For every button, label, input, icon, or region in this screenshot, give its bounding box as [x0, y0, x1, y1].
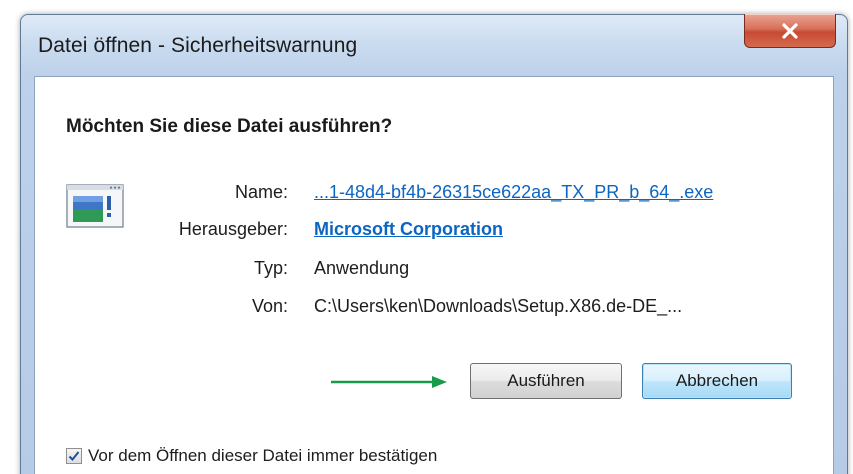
- screen: Datei öffnen - Sicherheitswarnung Möchte…: [0, 0, 853, 474]
- always-confirm-row: Vor dem Öffnen dieser Datei immer bestät…: [66, 446, 437, 466]
- name-label: Name:: [234, 182, 288, 202]
- type-value: Anwendung: [314, 258, 410, 278]
- file-name-link[interactable]: ...1-48d4-bf4b-26315ce622aa_TX_PR_b_64_.…: [314, 182, 713, 203]
- run-button[interactable]: Ausführen: [470, 363, 622, 399]
- cancel-button[interactable]: Abbrechen: [642, 363, 792, 399]
- publisher-label: Herausgeber:: [178, 219, 288, 239]
- green-arrow-annotation: [331, 376, 447, 388]
- type-label: Typ:: [253, 258, 288, 278]
- from-path-value: C:\Users\ken\Downloads\Setup.X86.de-DE_.…: [314, 296, 683, 316]
- close-button[interactable]: [744, 14, 836, 48]
- from-label: Von:: [251, 296, 288, 316]
- close-icon: [782, 22, 798, 39]
- publisher-link[interactable]: Microsoft Corporation: [314, 219, 503, 240]
- application-icon: [66, 184, 124, 228]
- checkmark-icon: [68, 451, 80, 461]
- always-confirm-checkbox[interactable]: [66, 448, 82, 464]
- window-title: Datei öffnen - Sicherheitswarnung: [38, 34, 358, 57]
- always-confirm-label[interactable]: Vor dem Öffnen dieser Datei immer bestät…: [88, 446, 437, 466]
- dialog-question: Möchten Sie diese Datei ausführen?: [66, 116, 393, 137]
